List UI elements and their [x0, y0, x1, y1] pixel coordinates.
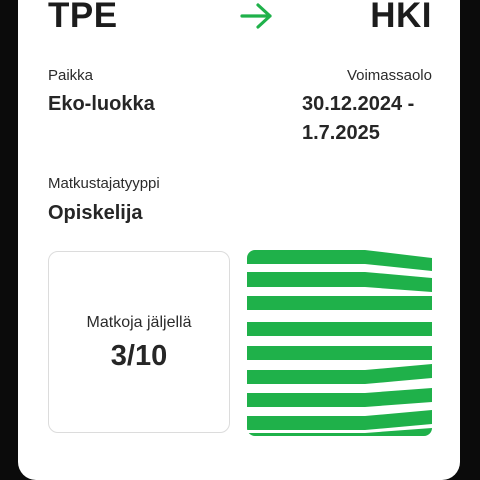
trips-remaining-box: Matkoja jäljellä 3/10	[48, 251, 230, 433]
seat-value: Eko-luokka	[48, 93, 155, 115]
green-stripes-validity-animation	[247, 250, 432, 436]
passenger-type-value: Opiskelija	[48, 202, 143, 224]
seat-label: Paikka	[48, 67, 94, 84]
trips-remaining-value: 3/10	[110, 340, 168, 372]
validity-start: 30.12.2024 -	[302, 93, 415, 115]
ticket-card: TPE HKI Paikka Eko-luokka Voimassaolo 30…	[18, 0, 460, 480]
trips-remaining-label: Matkoja jäljellä	[86, 314, 192, 331]
validity-label: Voimassaolo	[346, 67, 432, 84]
arrow-right-icon	[240, 3, 272, 29]
destination-code: HKI	[370, 0, 432, 35]
route-header: TPE HKI	[48, 0, 432, 38]
origin-code: TPE	[48, 0, 118, 35]
passenger-type-label: Matkustajatyyppi	[48, 175, 160, 192]
validity-end: 1.7.2025	[302, 122, 380, 144]
